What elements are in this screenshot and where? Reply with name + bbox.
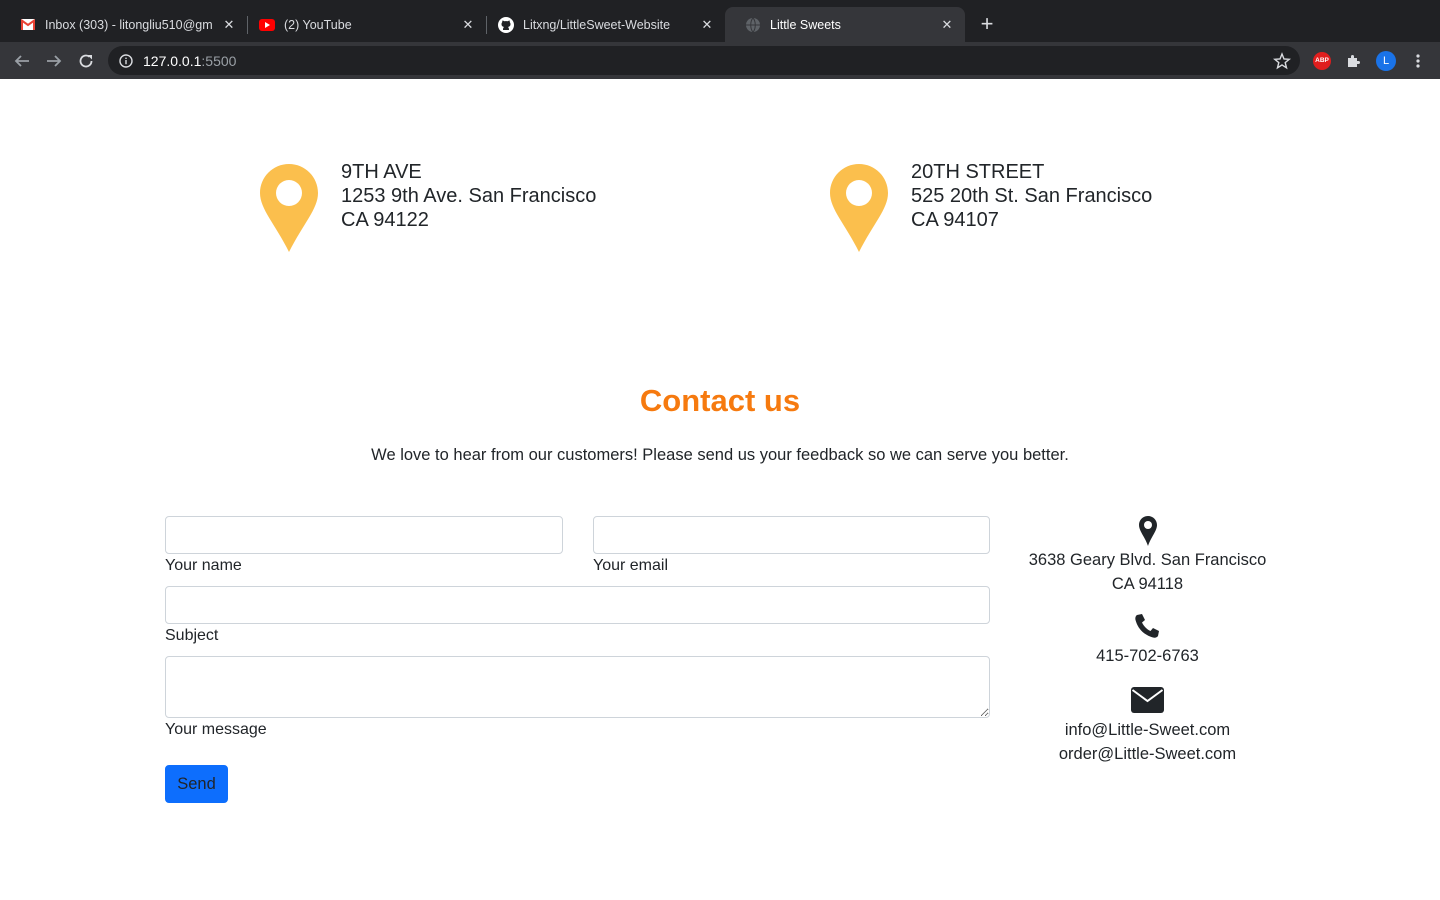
contact-phone: 415-702-6763 [1020,613,1275,668]
profile-initial: L [1376,51,1396,71]
tab-little-sweets[interactable]: Little Sweets ✕ [725,7,965,42]
address-line1: 3638 Geary Blvd. San Francisco [1028,551,1267,569]
email-info: info@Little-Sweet.com [1064,721,1231,739]
tab-youtube[interactable]: (2) YouTube ✕ [239,7,486,42]
browser-toolbar: 127.0.0.1:5500 ABP L [0,42,1440,79]
email-label: Your email [593,557,669,574]
info-icon[interactable] [119,53,133,68]
url-host: 127.0.0.1 [143,52,202,69]
tab-title: Inbox (303) - litongliu510@gm [45,17,213,32]
location-20th-street: 20TH STREET 525 20th St. San Francisco C… [830,160,1152,252]
subject-input[interactable] [165,586,990,624]
location-address: 9TH AVE 1253 9th Ave. San Francisco CA 9… [341,160,596,252]
close-icon[interactable]: ✕ [699,17,715,33]
location-address: 20TH STREET 525 20th St. San Francisco C… [911,160,1152,252]
send-button[interactable]: Send [165,765,228,803]
youtube-icon [259,17,275,33]
location-city: CA 94107 [911,209,999,231]
phone-number: 415-702-6763 [1096,647,1199,665]
bookmark-star-icon[interactable] [1273,52,1291,70]
extensions-puzzle-icon[interactable] [1344,51,1364,71]
email-input[interactable] [593,516,990,554]
subject-label: Subject [165,627,219,644]
location-name: 9TH AVE [341,161,422,183]
address-bar[interactable]: 127.0.0.1:5500 [108,46,1300,75]
kebab-menu-icon[interactable] [1408,51,1428,71]
tab-title: Little Sweets [770,17,841,32]
new-tab-button[interactable]: + [976,13,998,35]
envelope-icon [1131,687,1164,713]
close-icon[interactable]: ✕ [221,17,237,33]
name-input[interactable] [165,516,563,554]
address-line2: CA 94118 [1111,575,1184,593]
map-pin-icon [830,164,888,252]
close-icon[interactable]: ✕ [939,17,955,33]
gmail-icon [20,17,36,33]
url-text: 127.0.0.1:5500 [143,53,236,69]
map-pin-icon [260,164,318,252]
github-icon [498,16,514,33]
contact-address: 3638 Geary Blvd. San Francisco CA 94118 [1020,516,1275,596]
contact-subtitle: We love to hear from our customers! Plea… [371,446,1069,464]
tab-title: Litxng/LittleSweet-Website [523,17,671,32]
profile-avatar[interactable]: L [1376,51,1396,71]
phone-icon [1135,614,1159,638]
name-label: Your name [165,557,242,574]
adblock-extension-icon[interactable]: ABP [1312,51,1332,71]
tab-title: (2) YouTube [284,17,352,32]
location-pin-icon [1138,516,1157,546]
browser-tab-bar: Inbox (303) - litongliu510@gm ✕ (2) YouT… [0,0,1440,42]
location-street: 1253 9th Ave. San Francisco [341,185,597,207]
message-label: Your message [165,721,267,738]
contact-title: Contact us [639,383,801,418]
email-order: order@Little-Sweet.com [1058,745,1237,763]
abp-label: ABP [1313,52,1331,70]
forward-icon[interactable] [43,50,65,72]
location-name: 20TH STREET [911,161,1045,183]
location-9th-ave: 9TH AVE 1253 9th Ave. San Francisco CA 9… [260,160,596,252]
globe-icon [745,17,761,33]
close-icon[interactable]: ✕ [460,17,476,33]
contact-email: info@Little-Sweet.com order@Little-Sweet… [1020,687,1275,766]
url-port: :5500 [201,52,237,69]
location-street: 525 20th St. San Francisco [911,185,1153,207]
location-city: CA 94122 [341,209,429,231]
reload-icon[interactable] [75,50,97,72]
tab-github[interactable]: Litxng/LittleSweet-Website ✕ [478,7,725,42]
tab-gmail[interactable]: Inbox (303) - litongliu510@gm ✕ [0,7,247,42]
back-icon[interactable] [11,50,33,72]
message-textarea[interactable] [165,656,990,718]
